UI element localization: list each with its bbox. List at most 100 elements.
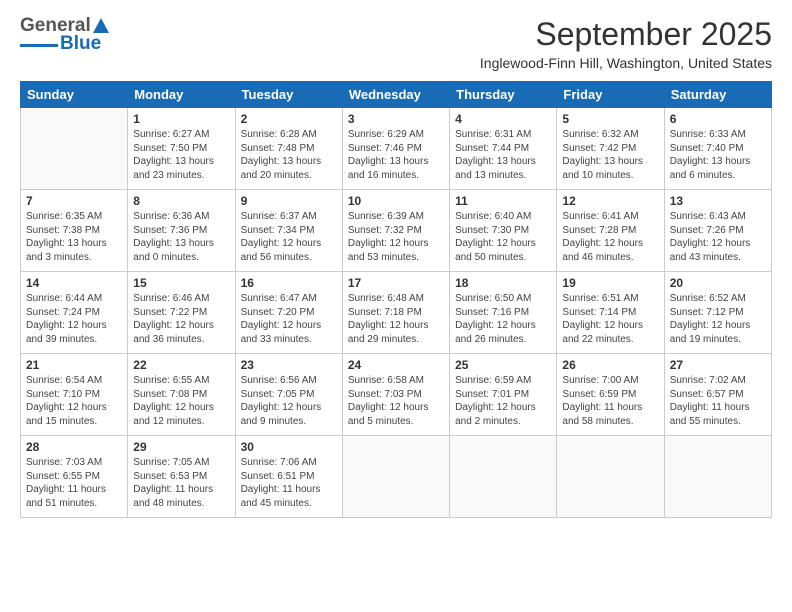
calendar-week-row: 7 Sunrise: 6:35 AM Sunset: 7:38 PM Daylig…	[21, 190, 772, 272]
day-info: Sunrise: 6:32 AM Sunset: 7:42 PM Dayligh…	[562, 128, 658, 182]
day-number: 14	[26, 276, 122, 290]
calendar-cell: 24 Sunrise: 6:58 AM Sunset: 7:03 PM Dayli…	[342, 354, 449, 436]
day-info: Sunrise: 6:37 AM Sunset: 7:34 PM Dayligh…	[241, 210, 337, 264]
day-number: 16	[241, 276, 337, 290]
day-number: 28	[26, 440, 122, 454]
day-number: 15	[133, 276, 229, 290]
calendar-cell: 14 Sunrise: 6:44 AM Sunset: 7:24 PM Dayli…	[21, 272, 128, 354]
calendar-cell: 10Sunrise: 6:39 AM Sunset: 7:32 PM Dayli…	[342, 190, 449, 272]
day-info: Sunrise: 6:27 AM Sunset: 7:50 PM Dayligh…	[133, 128, 229, 182]
calendar-cell: 28 Sunrise: 7:03 AM Sunset: 6:55 PM Dayli…	[21, 436, 128, 518]
calendar-cell: 17Sunrise: 6:48 AM Sunset: 7:18 PM Dayli…	[342, 272, 449, 354]
day-number: 29	[133, 440, 229, 454]
calendar-cell	[557, 436, 664, 518]
day-info: Sunrise: 6:50 AM Sunset: 7:16 PM Dayligh…	[455, 292, 551, 346]
calendar-cell: 18 Sunrise: 6:50 AM Sunset: 7:16 PM Dayli…	[450, 272, 557, 354]
day-number: 24	[348, 358, 444, 372]
day-info: Sunrise: 6:29 AM Sunset: 7:46 PM Dayligh…	[348, 128, 444, 182]
day-number: 22	[133, 358, 229, 372]
day-number: 8	[133, 194, 229, 208]
calendar-cell: 13 Sunrise: 6:43 AM Sunset: 7:26 PM Dayli…	[664, 190, 771, 272]
day-info: Sunrise: 6:58 AM Sunset: 7:03 PM Dayligh…	[348, 374, 444, 428]
day-info: Sunrise: 6:40 AM Sunset: 7:30 PM Dayligh…	[455, 210, 551, 264]
header: General Blue September 2025 Inglewood-Fi…	[20, 16, 772, 71]
calendar-day-header: Friday	[557, 82, 664, 108]
page: General Blue September 2025 Inglewood-Fi…	[0, 0, 792, 612]
day-info: Sunrise: 6:47 AM Sunset: 7:20 PM Dayligh…	[241, 292, 337, 346]
day-number: 30	[241, 440, 337, 454]
day-number: 19	[562, 276, 658, 290]
location: Inglewood-Finn Hill, Washington, United …	[480, 55, 772, 71]
day-info: Sunrise: 7:00 AM Sunset: 6:59 PM Dayligh…	[562, 374, 658, 428]
calendar-cell: 20Sunrise: 6:52 AM Sunset: 7:12 PM Dayli…	[664, 272, 771, 354]
day-number: 4	[455, 112, 551, 126]
calendar-cell: 26 Sunrise: 7:00 AM Sunset: 6:59 PM Dayli…	[557, 354, 664, 436]
calendar-cell: 12Sunrise: 6:41 AM Sunset: 7:28 PM Dayli…	[557, 190, 664, 272]
calendar-cell: 9 Sunrise: 6:37 AM Sunset: 7:34 PM Daylig…	[235, 190, 342, 272]
calendar-cell: 2 Sunrise: 6:28 AM Sunset: 7:48 PM Daylig…	[235, 108, 342, 190]
calendar-header-row: SundayMondayTuesdayWednesdayThursdayFrid…	[21, 82, 772, 108]
day-info: Sunrise: 6:54 AM Sunset: 7:10 PM Dayligh…	[26, 374, 122, 428]
calendar-cell: 8 Sunrise: 6:36 AM Sunset: 7:36 PM Daylig…	[128, 190, 235, 272]
title-block: September 2025 Inglewood-Finn Hill, Wash…	[480, 16, 772, 71]
day-number: 18	[455, 276, 551, 290]
calendar-cell	[664, 436, 771, 518]
day-info: Sunrise: 7:05 AM Sunset: 6:53 PM Dayligh…	[133, 456, 229, 510]
day-info: Sunrise: 6:44 AM Sunset: 7:24 PM Dayligh…	[26, 292, 122, 346]
calendar-day-header: Wednesday	[342, 82, 449, 108]
day-number: 26	[562, 358, 658, 372]
calendar-day-header: Tuesday	[235, 82, 342, 108]
calendar-day-header: Thursday	[450, 82, 557, 108]
day-info: Sunrise: 6:51 AM Sunset: 7:14 PM Dayligh…	[562, 292, 658, 346]
calendar-cell	[21, 108, 128, 190]
calendar-cell: 3 Sunrise: 6:29 AM Sunset: 7:46 PM Daylig…	[342, 108, 449, 190]
day-info: Sunrise: 6:46 AM Sunset: 7:22 PM Dayligh…	[133, 292, 229, 346]
day-info: Sunrise: 6:55 AM Sunset: 7:08 PM Dayligh…	[133, 374, 229, 428]
day-info: Sunrise: 6:33 AM Sunset: 7:40 PM Dayligh…	[670, 128, 766, 182]
calendar-cell: 23 Sunrise: 6:56 AM Sunset: 7:05 PM Dayli…	[235, 354, 342, 436]
day-number: 9	[241, 194, 337, 208]
day-number: 13	[670, 194, 766, 208]
day-number: 25	[455, 358, 551, 372]
month-title: September 2025	[480, 16, 772, 53]
calendar-cell: 30 Sunrise: 7:06 AM Sunset: 6:51 PM Dayli…	[235, 436, 342, 518]
calendar-table: SundayMondayTuesdayWednesdayThursdayFrid…	[20, 81, 772, 518]
calendar-week-row: 14 Sunrise: 6:44 AM Sunset: 7:24 PM Dayli…	[21, 272, 772, 354]
day-info: Sunrise: 7:06 AM Sunset: 6:51 PM Dayligh…	[241, 456, 337, 510]
calendar-day-header: Saturday	[664, 82, 771, 108]
day-info: Sunrise: 6:36 AM Sunset: 7:36 PM Dayligh…	[133, 210, 229, 264]
day-info: Sunrise: 7:03 AM Sunset: 6:55 PM Dayligh…	[26, 456, 122, 510]
calendar-cell	[342, 436, 449, 518]
day-number: 1	[133, 112, 229, 126]
day-info: Sunrise: 6:35 AM Sunset: 7:38 PM Dayligh…	[26, 210, 122, 264]
logo-triangle-icon	[92, 17, 110, 35]
calendar-week-row: 21Sunrise: 6:54 AM Sunset: 7:10 PM Dayli…	[21, 354, 772, 436]
day-info: Sunrise: 6:52 AM Sunset: 7:12 PM Dayligh…	[670, 292, 766, 346]
calendar-day-header: Sunday	[21, 82, 128, 108]
day-info: Sunrise: 6:43 AM Sunset: 7:26 PM Dayligh…	[670, 210, 766, 264]
day-number: 6	[670, 112, 766, 126]
day-number: 2	[241, 112, 337, 126]
day-info: Sunrise: 6:59 AM Sunset: 7:01 PM Dayligh…	[455, 374, 551, 428]
calendar-cell: 1 Sunrise: 6:27 AM Sunset: 7:50 PM Daylig…	[128, 108, 235, 190]
day-number: 3	[348, 112, 444, 126]
day-info: Sunrise: 7:02 AM Sunset: 6:57 PM Dayligh…	[670, 374, 766, 428]
day-info: Sunrise: 6:41 AM Sunset: 7:28 PM Dayligh…	[562, 210, 658, 264]
calendar-day-header: Monday	[128, 82, 235, 108]
calendar-cell: 27 Sunrise: 7:02 AM Sunset: 6:57 PM Dayli…	[664, 354, 771, 436]
day-number: 10	[348, 194, 444, 208]
logo-blue-text: Blue	[60, 33, 101, 55]
day-info: Sunrise: 6:28 AM Sunset: 7:48 PM Dayligh…	[241, 128, 337, 182]
calendar-week-row: 28 Sunrise: 7:03 AM Sunset: 6:55 PM Dayli…	[21, 436, 772, 518]
day-info: Sunrise: 6:56 AM Sunset: 7:05 PM Dayligh…	[241, 374, 337, 428]
day-number: 27	[670, 358, 766, 372]
calendar-cell: 16 Sunrise: 6:47 AM Sunset: 7:20 PM Dayli…	[235, 272, 342, 354]
calendar-cell: 11 Sunrise: 6:40 AM Sunset: 7:30 PM Dayli…	[450, 190, 557, 272]
logo: General Blue	[20, 16, 111, 55]
calendar-cell: 25 Sunrise: 6:59 AM Sunset: 7:01 PM Dayli…	[450, 354, 557, 436]
calendar-cell: 4Sunrise: 6:31 AM Sunset: 7:44 PM Daylig…	[450, 108, 557, 190]
day-number: 11	[455, 194, 551, 208]
day-number: 23	[241, 358, 337, 372]
day-number: 7	[26, 194, 122, 208]
calendar-cell: 19 Sunrise: 6:51 AM Sunset: 7:14 PM Dayli…	[557, 272, 664, 354]
